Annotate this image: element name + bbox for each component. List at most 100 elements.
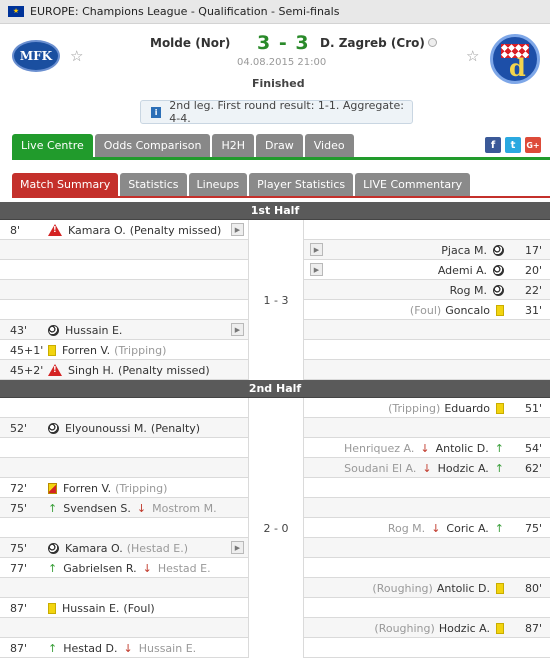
tab-draw[interactable]: Draw (256, 134, 303, 157)
player-name[interactable]: Hodzic A. (439, 622, 490, 635)
player-name[interactable]: Ademi A. (438, 264, 487, 277)
player-out[interactable]: Soudani El A. (344, 462, 416, 475)
event-time: 31' (524, 303, 542, 317)
main-tabs-underline (12, 157, 550, 160)
video-icon[interactable]: ▶ (231, 223, 244, 236)
home-event: 72' Forren V. (Tripping) (0, 478, 247, 498)
player-name[interactable]: Eduardo (444, 402, 490, 415)
tab-statistics[interactable]: Statistics (120, 173, 187, 196)
ball-icon (493, 244, 504, 256)
info-notice-icon: i (151, 106, 162, 118)
event-detail: (Penalty missed) (129, 223, 222, 237)
google-plus-share-icon[interactable]: G+ (525, 137, 541, 153)
player-name[interactable]: Kamara O. (65, 542, 123, 555)
event-detail: (Tripping) (115, 481, 168, 495)
yellow-card-icon (48, 602, 56, 614)
away-event: (Foul) Goncalo 31' (305, 300, 550, 320)
leg-info-notice: i 2nd leg. First round result: 1-1. Aggr… (140, 99, 413, 125)
facebook-share-icon[interactable]: f (485, 137, 501, 153)
sub-tabs: Match Summary Statistics Lineups Player … (12, 173, 472, 196)
player-out[interactable]: Rog M. (388, 522, 425, 535)
info-icon[interactable] (428, 38, 437, 47)
event-time: 75' (10, 541, 28, 555)
player-name[interactable]: Elyounoussi M. (65, 422, 147, 435)
favorite-home-star-icon[interactable]: ☆ (70, 49, 83, 64)
player-out[interactable]: Hestad E. (158, 562, 211, 575)
event-time: 80' (524, 581, 542, 595)
sub-out-arrow-icon: ↓ (422, 461, 432, 475)
player-name[interactable]: Hussain E. (62, 602, 119, 615)
tab-live-centre[interactable]: Live Centre (12, 134, 93, 157)
video-icon[interactable]: ▶ (310, 243, 323, 256)
player-in[interactable]: Hestad D. (63, 642, 117, 655)
video-icon[interactable]: ▶ (231, 323, 244, 336)
player-in[interactable]: Antolic D. (436, 442, 489, 455)
europe-flag-icon: ★ (8, 6, 24, 17)
competition-title[interactable]: EUROPE: Champions League - Qualification… (30, 5, 339, 18)
tab-h2h[interactable]: H2H (212, 134, 255, 157)
video-icon[interactable]: ▶ (310, 263, 323, 276)
away-event: Henriquez A. ↓ Antolic D. ↑ 54' (305, 438, 550, 458)
red-yellow-card-icon (48, 482, 57, 494)
tab-video[interactable]: Video (304, 134, 354, 157)
home-event: 87' Hussain E. (Foul) (0, 598, 247, 618)
tab-lineups[interactable]: Lineups (188, 173, 248, 196)
away-team-logo[interactable]: d (490, 34, 540, 84)
event-time: 45+1' (10, 343, 44, 357)
away-event: (Roughing) Antolic D. 80' (305, 578, 550, 598)
home-team-logo[interactable]: MFK (12, 40, 60, 72)
home-event: 87' ↑ Hestad D. ↓ Hussain E. (0, 638, 247, 658)
player-name[interactable]: Hussain E. (65, 324, 122, 337)
tab-odds-comparison[interactable]: Odds Comparison (94, 134, 211, 157)
event-time: 87' (10, 641, 28, 655)
second-half-header: 2nd Half (0, 380, 550, 398)
warning-icon: ! (48, 364, 62, 376)
player-out[interactable]: Henriquez A. (344, 442, 414, 455)
half-score: 2 - 0 (248, 398, 304, 658)
event-time: 8' (10, 223, 21, 237)
player-name[interactable]: Goncalo (445, 304, 490, 317)
event-detail: (Hestad E.) (126, 541, 189, 555)
player-name[interactable]: Pjaca M. (441, 244, 487, 257)
event-detail: (Roughing) (374, 621, 435, 635)
sub-in-arrow-icon: ↑ (48, 501, 58, 515)
player-name[interactable]: Forren V. (62, 344, 110, 357)
home-event: 43' Hussain E. (0, 320, 247, 340)
player-out[interactable]: Mostrom M. (152, 502, 216, 515)
event-time: 87' (10, 601, 28, 615)
event-detail: (Tripping) (114, 343, 167, 357)
tab-player-statistics[interactable]: Player Statistics (249, 173, 354, 196)
favorite-away-star-icon[interactable]: ☆ (466, 49, 479, 64)
ball-icon (48, 422, 59, 434)
player-in[interactable]: Svendsen S. (63, 502, 131, 515)
sub-out-arrow-icon: ↓ (431, 521, 441, 535)
player-name[interactable]: Kamara O. (68, 224, 126, 237)
player-in[interactable]: Hodzic A. (438, 462, 489, 475)
player-out[interactable]: Hussain E. (139, 642, 196, 655)
home-event: 45+2'! Singh H. (Penalty missed) (0, 360, 247, 380)
player-name[interactable]: Forren V. (63, 482, 111, 495)
event-detail: (Tripping) (388, 401, 441, 415)
home-event: 75' ↑ Svendsen S. ↓ Mostrom M. (0, 498, 247, 518)
event-time: 72' (10, 481, 28, 495)
match-datetime: 04.08.2015 21:00 (237, 57, 327, 68)
player-name[interactable]: Antolic D. (437, 582, 490, 595)
away-team-name[interactable]: D. Zagreb (Cro) (320, 36, 425, 50)
home-event: 8'! Kamara O. (Penalty missed) (0, 220, 247, 240)
yellow-card-icon (496, 304, 504, 316)
player-in[interactable]: Coric A. (446, 522, 488, 535)
player-in[interactable]: Gabrielsen R. (63, 562, 136, 575)
yellow-card-icon (48, 344, 56, 356)
event-time: 51' (524, 401, 542, 415)
tab-match-summary[interactable]: Match Summary (12, 173, 119, 196)
player-name[interactable]: Singh H. (68, 364, 114, 377)
player-name[interactable]: Rog M. (450, 284, 487, 297)
yellow-card-icon (496, 402, 504, 414)
twitter-share-icon[interactable]: t (505, 137, 521, 153)
video-icon[interactable]: ▶ (231, 541, 244, 554)
home-event: 45+1' Forren V. (Tripping) (0, 340, 247, 360)
event-detail: (Penalty missed) (118, 363, 210, 377)
tab-live-commentary[interactable]: LIVE Commentary (355, 173, 471, 196)
home-team-name[interactable]: Molde (Nor) (150, 36, 230, 50)
home-event: 77' ↑ Gabrielsen R. ↓ Hestad E. (0, 558, 247, 578)
